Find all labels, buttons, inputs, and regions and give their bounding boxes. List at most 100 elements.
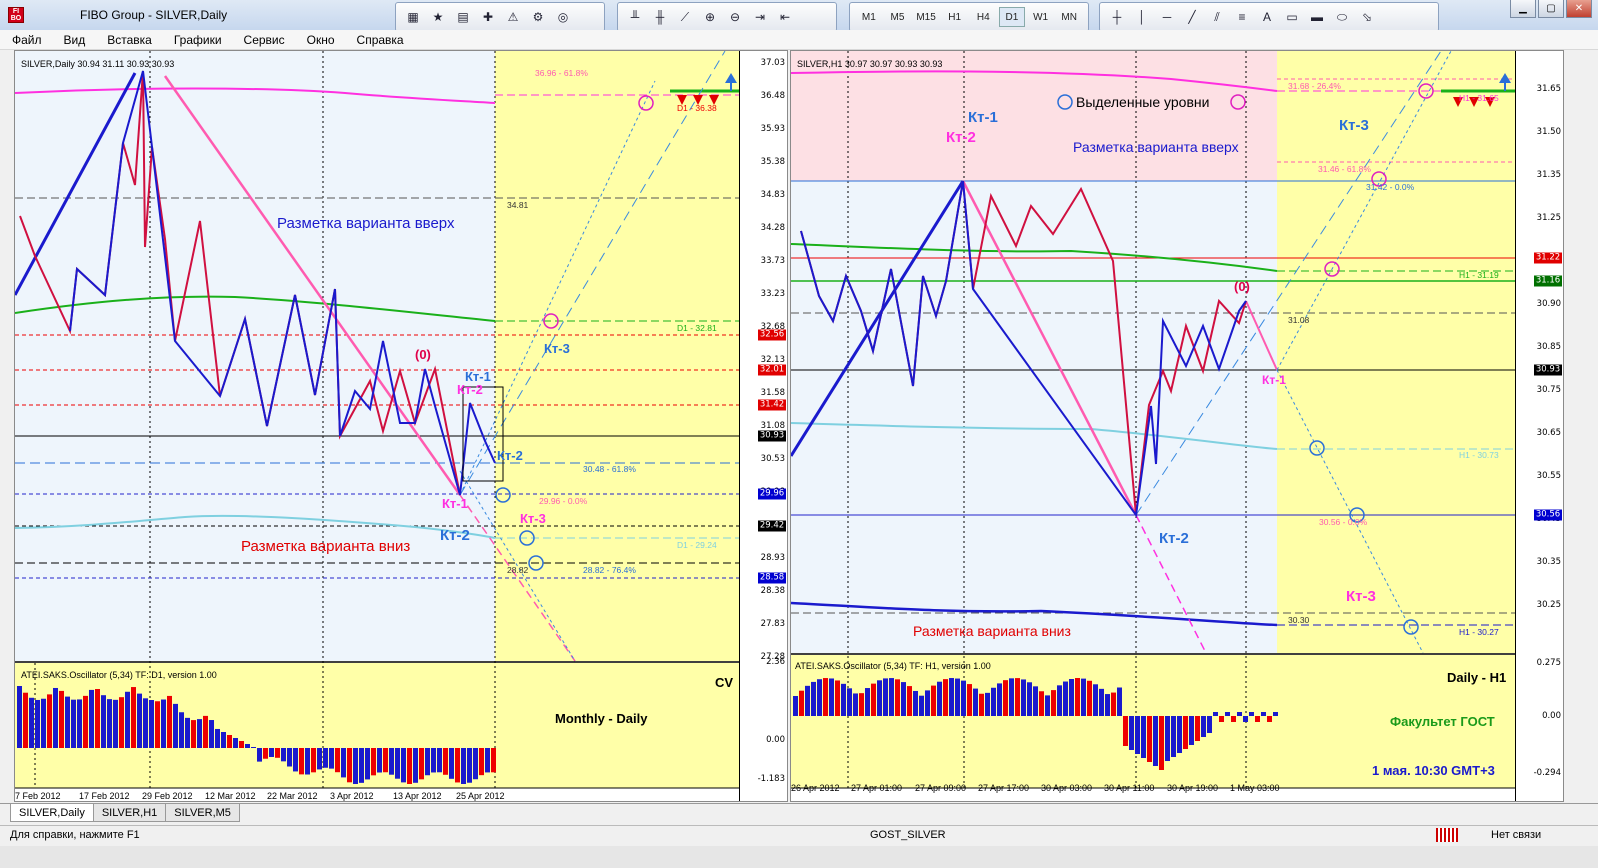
profiles-icon[interactable]: ★ (427, 7, 449, 27)
bar-chart-icon[interactable]: ╨ (624, 7, 646, 27)
annotation-down-variant: Разметка варианта вниз (241, 538, 411, 555)
price-scale[interactable]: 37.03 36.48 35.93 35.38 34.83 34.28 33.73 33.23… (739, 51, 787, 801)
annotation-kt2: Кт-2 (457, 382, 483, 397)
oscillator-bar (961, 680, 966, 716)
price-scale[interactable]: 31.6531.5031.3531.2531.0530.9030.8530.75… (1515, 51, 1563, 801)
menu-window[interactable]: Окно (307, 33, 335, 47)
menu-insert[interactable]: Вставка (107, 33, 152, 47)
tf-m1[interactable]: M1 (856, 7, 882, 27)
oscillator-bar (979, 693, 984, 716)
oscillator-bar (275, 748, 280, 758)
oscillator-bar (251, 747, 256, 748)
price-tick: 33.23 (760, 289, 785, 299)
tf-mn[interactable]: MN (1056, 7, 1082, 27)
oscillator-bar (209, 720, 214, 748)
oscillator-bar (131, 687, 136, 748)
market-watch-icon[interactable]: ▤ (452, 7, 474, 27)
oscillator-bar (83, 695, 88, 748)
new-order-icon[interactable]: ✚ (477, 7, 499, 27)
crosshair-icon[interactable]: ┼ (1106, 7, 1128, 27)
vertical-line-icon[interactable]: │ (1131, 7, 1153, 27)
ellipse-icon[interactable]: ⬭ (1331, 7, 1353, 27)
status-help: Для справки, нажмите F1 (10, 829, 140, 841)
chart-window-silver-daily[interactable]: SILVER,Daily 30.94 31.11 30.93 30.93 36.… (14, 50, 788, 802)
tf-w1[interactable]: W1 (1028, 7, 1054, 27)
chart-shift-icon[interactable]: ⇤ (774, 7, 796, 27)
oscillator-bar (179, 712, 184, 748)
level-label: H1 - 31.65 (1459, 93, 1499, 103)
tab-silver-daily[interactable]: SILVER,Daily (10, 804, 94, 822)
minimize-icon[interactable]: ▁ (1510, 0, 1536, 18)
menu-help[interactable]: Справка (357, 33, 404, 47)
fibo-icon[interactable]: ≡ (1231, 7, 1253, 27)
level-label: 28.82 - 76.4% (583, 565, 636, 575)
oscillator-bar (437, 748, 442, 773)
oscillator-bar (359, 748, 364, 783)
oscillator-bar (1225, 712, 1230, 716)
trendline-icon[interactable]: ╱ (1181, 7, 1203, 27)
tab-silver-m5[interactable]: SILVER,M5 (165, 804, 240, 822)
autoscroll-icon[interactable]: ⇥ (749, 7, 771, 27)
chart-plot-area[interactable] (15, 51, 739, 803)
date-label: 27 Apr 01:00 (851, 783, 903, 793)
osc-tick: -1.183 (757, 774, 785, 784)
maximize-icon[interactable]: ▢ (1538, 0, 1564, 18)
arrows-icon[interactable]: ⬂ (1356, 7, 1378, 27)
oscillator-bar (931, 685, 936, 716)
oscillator-bar (305, 748, 310, 775)
oscillator-bar (263, 748, 268, 759)
oscillator-bar (1183, 716, 1188, 749)
menu-view[interactable]: Вид (64, 33, 86, 47)
tf-m15[interactable]: M15 (913, 7, 939, 27)
oscillator-bar (377, 748, 382, 773)
oscillator-bar (17, 686, 22, 748)
candlestick-icon[interactable]: ╫ (649, 7, 671, 27)
channel-icon[interactable]: ⫽ (1206, 7, 1228, 27)
tf-h4[interactable]: H4 (971, 7, 997, 27)
chart-plot-area[interactable] (791, 51, 1515, 803)
oscillator-bar (1093, 684, 1098, 716)
status-profile: GOST_SILVER (870, 829, 946, 841)
menu-file[interactable]: Файл (12, 33, 42, 47)
oscillator-bar (53, 687, 58, 748)
price-tag: 29.96 (758, 488, 786, 500)
title-bar: FI BO FIBO Group - SILVER,Daily ▦ ★ ▤ ✚ ⚠… (0, 0, 1598, 32)
options-icon[interactable]: ⚙ (527, 7, 549, 27)
oscillator-bar (293, 748, 298, 772)
label-icon[interactable]: ▭ (1281, 7, 1303, 27)
menu-charts[interactable]: Графики (174, 33, 222, 47)
rectangle-icon[interactable]: ▬ (1306, 7, 1328, 27)
oscillator-bar (817, 679, 822, 716)
zoom-out-icon[interactable]: ⊖ (724, 7, 746, 27)
status-bar: Для справки, нажмите F1 GOST_SILVER Нет … (0, 825, 1598, 845)
oscillator-bar (1195, 716, 1200, 741)
oscillator-bar (793, 696, 798, 716)
oscillator-bar (1129, 716, 1134, 750)
tf-h1[interactable]: H1 (942, 7, 968, 27)
oscillator-bar (1171, 716, 1176, 757)
osc-tick: 0.275 (1536, 658, 1561, 668)
strategy-tester-icon[interactable]: ◎ (552, 7, 574, 27)
zoom-in-icon[interactable]: ⊕ (699, 7, 721, 27)
menu-bar: Файл Вид Вставка Графики Сервис Окно Спр… (0, 30, 1598, 50)
oscillator-bar (95, 689, 100, 748)
oscillator-bar (383, 748, 388, 773)
tf-d1[interactable]: D1 (999, 7, 1025, 27)
chart-window-silver-h1[interactable]: SILVER,H1 30.97 30.97 30.93 30.93 31.68 … (790, 50, 1564, 802)
oscillator-bar (491, 748, 496, 773)
close-icon[interactable]: ✕ (1566, 0, 1592, 18)
expert-advisors-icon[interactable]: ⚠ (502, 7, 524, 27)
new-chart-icon[interactable]: ▦ (402, 7, 424, 27)
level-label: 30.48 - 61.8% (583, 464, 636, 474)
oscillator-bar (407, 748, 412, 784)
date-label: 13 Apr 2012 (393, 791, 442, 801)
line-chart-icon[interactable]: ⟋ (674, 7, 696, 27)
toolbar-drawing: ┼ │ ─ ╱ ⫽ ≡ A ▭ ▬ ⬭ ⬂ (1099, 2, 1439, 32)
horizontal-line-icon[interactable]: ─ (1156, 7, 1178, 27)
oscillator-bar (853, 693, 858, 716)
tf-m5[interactable]: M5 (885, 7, 911, 27)
oscillator-bar (467, 748, 472, 783)
menu-tools[interactable]: Сервис (244, 33, 285, 47)
tab-silver-h1[interactable]: SILVER,H1 (92, 804, 167, 822)
text-icon[interactable]: A (1256, 7, 1278, 27)
